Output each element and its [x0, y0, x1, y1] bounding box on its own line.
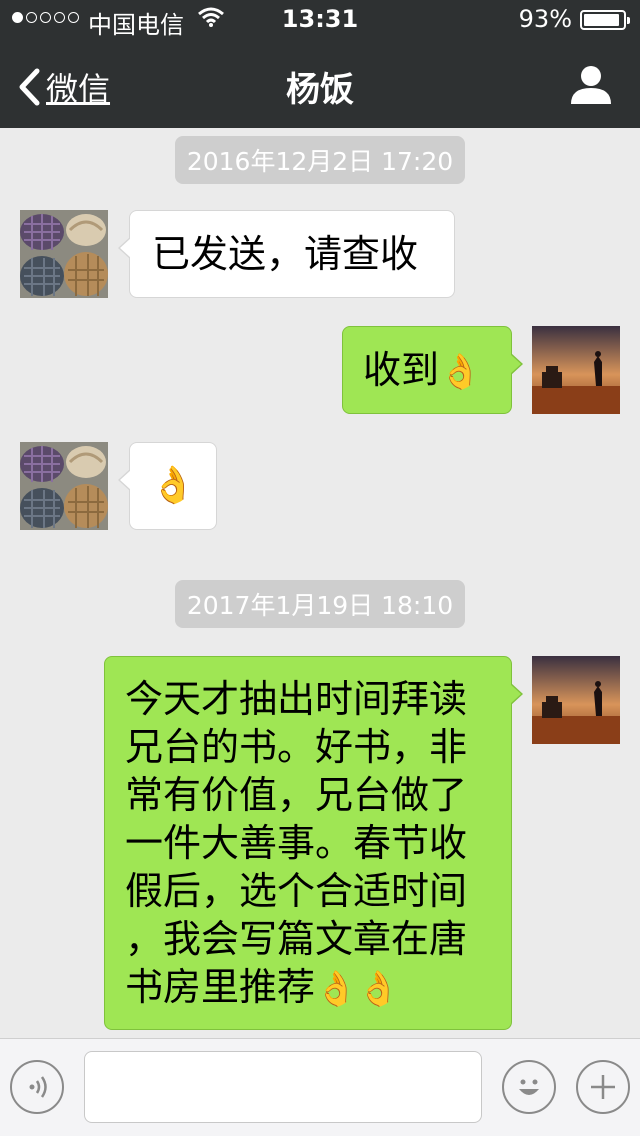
- timestamp: 2016年12月2日 17:20: [0, 136, 640, 184]
- status-bar: 中国电信 13:31 93%: [0, 0, 640, 40]
- contact-avatar[interactable]: [20, 210, 108, 298]
- chat-title: 杨饭: [286, 70, 354, 110]
- ok-hand-emoji: 👌👌: [315, 969, 400, 1009]
- message-text: 收到: [363, 348, 440, 392]
- voice-icon: [29, 1076, 47, 1098]
- user-avatar[interactable]: [532, 656, 620, 744]
- ok-hand-emoji: 👌: [439, 352, 482, 392]
- user-avatar[interactable]: [532, 326, 620, 414]
- emoji-icon: [519, 1079, 539, 1095]
- plus-button[interactable]: [576, 1060, 630, 1114]
- message-bubble-received[interactable]: 已发送，请查收: [118, 210, 455, 298]
- message-text: 今天才抽出时间拜读 兄台的书。好书，非 常有价值，兄台做了 一件大善事。春节收 …: [125, 677, 468, 1009]
- emoji-button[interactable]: [502, 1060, 556, 1114]
- message-bubble-sent[interactable]: 今天才抽出时间拜读 兄台的书。好书，非 常有价值，兄台做了 一件大善事。春节收 …: [104, 656, 523, 1030]
- voice-button[interactable]: [10, 1060, 64, 1114]
- contact-avatar[interactable]: [20, 442, 108, 530]
- chat-area[interactable]: 2016年12月2日 17:20 已发送，请查收 收到👌 👌 2017年1月19…: [0, 128, 640, 1038]
- timestamp: 2017年1月19日 18:10: [0, 580, 640, 628]
- ok-hand-emoji: 👌: [150, 465, 196, 506]
- message-bubble-sent[interactable]: 收到👌: [342, 326, 523, 414]
- input-bar: [0, 1038, 640, 1136]
- plus-icon: [591, 1075, 615, 1099]
- nav-bar: 微信 杨饭: [0, 40, 640, 128]
- message-bubble-received[interactable]: 👌: [118, 442, 217, 530]
- person-icon[interactable]: [570, 64, 612, 104]
- battery-percent: 93%: [518, 5, 572, 33]
- message-input[interactable]: [84, 1051, 482, 1123]
- battery-icon: [580, 10, 630, 30]
